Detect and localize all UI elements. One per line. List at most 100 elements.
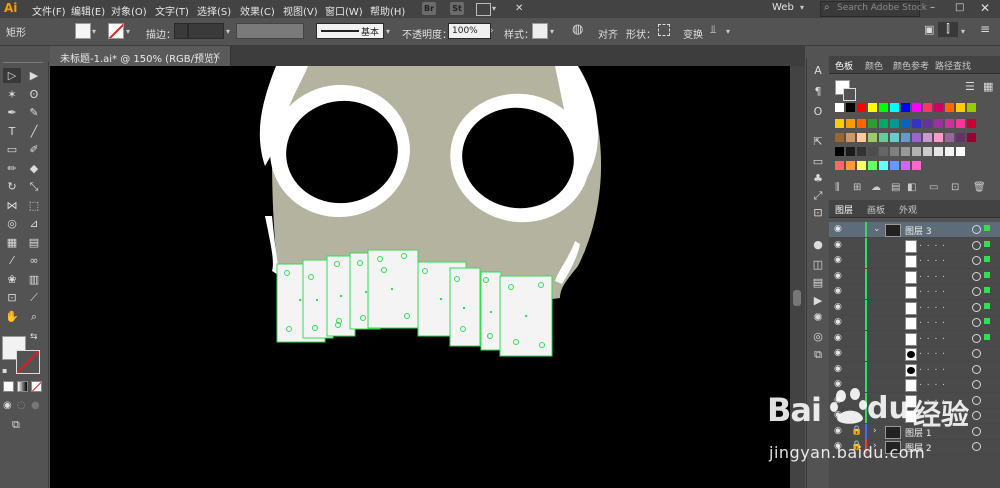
color-swatch[interactable] xyxy=(835,103,844,112)
symbol-sprayer-icon[interactable]: ❀ xyxy=(3,272,21,287)
color-swatch[interactable] xyxy=(956,119,965,128)
slice-icon[interactable]: ⟋ xyxy=(25,290,43,305)
sublayer-name[interactable]: . . . . xyxy=(919,270,946,280)
color-swatch[interactable] xyxy=(890,133,899,142)
rectangle-icon[interactable]: ▭ xyxy=(3,142,21,157)
layer-row[interactable]: ◉ . . . . xyxy=(829,330,1000,347)
close-tab-icon[interactable]: × xyxy=(212,49,221,62)
gradient-icon[interactable]: ▤ xyxy=(25,235,43,250)
color-swatch[interactable] xyxy=(923,103,932,112)
color-swatch[interactable] xyxy=(901,103,910,112)
menu-select[interactable]: 选择(S) xyxy=(197,3,231,18)
magic-wand-icon[interactable]: ✶ xyxy=(3,87,21,102)
menu-help[interactable]: 帮助(H) xyxy=(370,3,405,18)
draw-behind-icon[interactable]: ◌ xyxy=(17,400,26,411)
blend-icon[interactable]: ∞ xyxy=(25,253,43,268)
layer-name[interactable]: 图层 3 xyxy=(905,224,932,237)
workspace-switcher[interactable]: Web xyxy=(772,2,794,13)
color-swatch[interactable] xyxy=(923,119,932,128)
sublayer-name[interactable]: . . . . xyxy=(919,347,946,357)
color-swatch[interactable] xyxy=(879,147,888,156)
opacity-field[interactable]: 100% xyxy=(448,23,491,39)
pen-icon[interactable]: ✒ xyxy=(3,105,21,120)
perspective-icon[interactable]: ⊿ xyxy=(25,216,43,231)
column-graph-icon[interactable]: ▥ xyxy=(25,272,43,287)
target-circle-icon[interactable] xyxy=(972,240,981,250)
variable-width-profile[interactable] xyxy=(236,23,304,39)
selection-indicator[interactable] xyxy=(984,302,990,309)
maximize-button[interactable]: □ xyxy=(955,2,964,13)
menu-file[interactable]: 文件(F) xyxy=(32,3,66,18)
symbols-panel-icon[interactable]: ♣ xyxy=(810,172,826,186)
rotate-icon[interactable]: ↻ xyxy=(3,179,21,194)
color-swatch[interactable] xyxy=(857,133,866,142)
color-swatch[interactable] xyxy=(956,147,965,156)
delete-swatch-icon[interactable]: 🗑 xyxy=(973,182,986,193)
sublayer-name[interactable]: . . . . xyxy=(919,301,946,311)
kind-menu-icon[interactable]: ▤ xyxy=(891,182,900,193)
panel-menu-icon[interactable]: ⫿ xyxy=(938,22,958,37)
close-window-button[interactable]: ✕ xyxy=(980,1,990,15)
layer-row[interactable]: ◉ . . . . xyxy=(829,346,1000,362)
selection-indicator[interactable] xyxy=(984,333,990,340)
color-swatch[interactable] xyxy=(956,103,965,112)
type-icon[interactable]: T xyxy=(3,124,21,139)
minimize-button[interactable]: – xyxy=(930,2,935,13)
sublayer-name[interactable]: . . . . xyxy=(919,239,946,249)
menu-window[interactable]: 窗口(W) xyxy=(325,3,363,18)
grid-view-icon[interactable]: ▦ xyxy=(983,80,993,93)
tab-swatches[interactable]: 色板 xyxy=(835,59,853,72)
stroke-swatch[interactable] xyxy=(108,23,124,39)
layer-row[interactable]: ◉ . . . . xyxy=(829,299,1000,316)
color-swatch[interactable] xyxy=(879,103,888,112)
color-swatch[interactable] xyxy=(956,133,965,142)
gradient-mode-icon[interactable] xyxy=(17,381,28,392)
paragraph-panel-icon[interactable]: ¶ xyxy=(810,85,826,99)
active-stroke-swatch[interactable] xyxy=(843,88,856,101)
list-view-icon[interactable]: ☰ xyxy=(965,80,975,93)
tab-pathfinder[interactable]: 路径查找 xyxy=(935,59,971,72)
chevron-down-icon[interactable]: ⌄ xyxy=(873,224,881,234)
menu-edit[interactable]: 编辑(E) xyxy=(71,3,105,18)
sublayer-name[interactable]: . . . . xyxy=(919,285,946,295)
color-swatch[interactable] xyxy=(945,119,954,128)
color-swatch[interactable] xyxy=(934,133,943,142)
color-swatch[interactable] xyxy=(857,103,866,112)
appearance-panel-icon[interactable]: ✺ xyxy=(810,311,826,325)
stock-button[interactable]: St xyxy=(450,2,464,15)
layer-row[interactable]: ◉ . . . . xyxy=(829,361,1000,378)
new-swatch-icon[interactable]: ⊡ xyxy=(951,182,959,193)
actions-panel-icon[interactable]: ▶ xyxy=(810,294,826,308)
selection-indicator[interactable] xyxy=(984,318,990,324)
visibility-eye-icon[interactable]: ◉ xyxy=(834,349,843,358)
draw-inside-icon[interactable]: ● xyxy=(31,400,40,411)
isolate-icon[interactable]: ⫫ xyxy=(710,23,716,37)
brush-definition[interactable]: 基本 xyxy=(316,23,384,39)
transparency-panel-icon[interactable]: ◎ xyxy=(810,330,826,344)
color-swatch[interactable] xyxy=(934,119,943,128)
layer-row[interactable]: ◉ . . . . xyxy=(829,237,1000,254)
target-circle-icon[interactable] xyxy=(972,349,981,358)
free-transform-icon[interactable]: ⬚ xyxy=(25,198,43,213)
target-circle-icon[interactable] xyxy=(972,225,981,234)
selection-indicator[interactable] xyxy=(984,287,990,293)
color-swatch[interactable] xyxy=(945,103,954,112)
scrollbar-thumb[interactable] xyxy=(793,290,801,306)
shaper-icon[interactable]: ✏ xyxy=(3,161,21,176)
eraser-icon[interactable]: ◆ xyxy=(25,161,43,176)
chevron-down-icon[interactable]: ▾ xyxy=(226,27,230,36)
color-swatch[interactable] xyxy=(945,133,954,142)
color-swatch[interactable] xyxy=(835,147,844,156)
swatch-libraries-icon[interactable]: ⫼ xyxy=(835,182,840,193)
tab-color[interactable]: 颜色 xyxy=(865,59,883,72)
color-swatch[interactable] xyxy=(912,133,921,142)
visibility-eye-icon[interactable]: ◉ xyxy=(834,318,843,327)
stroke-weight-stepper[interactable] xyxy=(174,23,188,39)
menu-type[interactable]: 文字(T) xyxy=(155,3,189,18)
color-swatch[interactable] xyxy=(934,103,943,112)
color-swatch[interactable] xyxy=(912,161,921,170)
lasso-icon[interactable]: ʘ xyxy=(25,87,43,102)
width-icon[interactable]: ⋈ xyxy=(3,198,21,213)
layer-shape-icon[interactable]: ▭ xyxy=(810,155,826,169)
color-swatch[interactable] xyxy=(868,119,877,128)
